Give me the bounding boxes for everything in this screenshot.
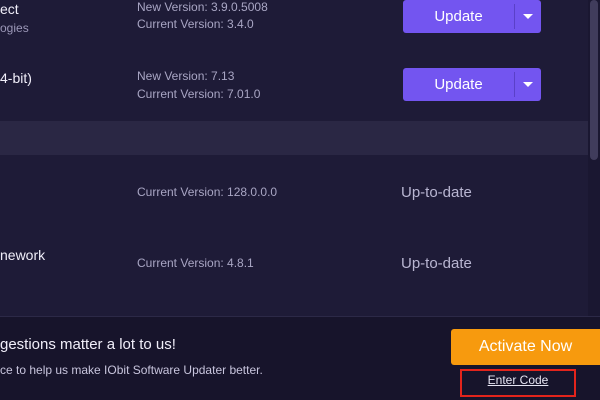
enter-code-link[interactable]: Enter Code [460,373,576,387]
current-version-label: Current Version: 128.0.0.0 [137,185,278,199]
current-version-label: Current Version: 3.4.0 [137,17,254,31]
list-item: 4-bit) New Version: 7.13 Current Version… [0,60,588,110]
list-item: Current Version: 128.0.0.0 Up-to-date [0,180,588,210]
feedback-headline: gestions matter a lot to us! [0,336,176,353]
software-updater-window: ect ogies New Version: 3.9.0.5008 Curren… [0,0,600,400]
activate-now-button[interactable]: Activate Now [451,329,600,365]
section-header-bar [0,121,588,155]
software-name: nework [0,247,46,263]
scrollbar-thumb[interactable] [590,0,598,160]
feedback-footer: gestions matter a lot to us! ce to help … [0,317,600,400]
list-item: nework Current Version: 4.8.1 Up-to-date [0,246,588,280]
up-to-date-status: Up-to-date [401,184,472,201]
current-version-label: Current Version: 7.01.0 [137,87,261,101]
new-version-label: New Version: 3.9.0.5008 [137,0,268,14]
caret-down-icon [523,14,533,19]
software-list: ect ogies New Version: 3.9.0.5008 Curren… [0,0,588,316]
update-button[interactable]: Update [403,0,514,33]
feedback-subtext: ce to help us make IObit Software Update… [0,363,263,377]
update-dropdown-button[interactable] [515,68,541,101]
new-version-label: New Version: 7.13 [137,69,235,83]
software-name: ect [0,1,19,17]
update-dropdown-button[interactable] [515,0,541,33]
software-publisher: ogies [0,21,29,35]
list-scrollbar[interactable] [588,0,600,316]
update-split-button: Update [403,68,541,101]
list-item: ect ogies New Version: 3.9.0.5008 Curren… [0,0,588,40]
current-version-label: Current Version: 4.8.1 [137,256,254,270]
caret-down-icon [523,82,533,87]
update-button[interactable]: Update [403,68,514,101]
software-name: 4-bit) [0,70,32,86]
update-split-button: Update [403,0,541,33]
up-to-date-status: Up-to-date [401,255,472,272]
